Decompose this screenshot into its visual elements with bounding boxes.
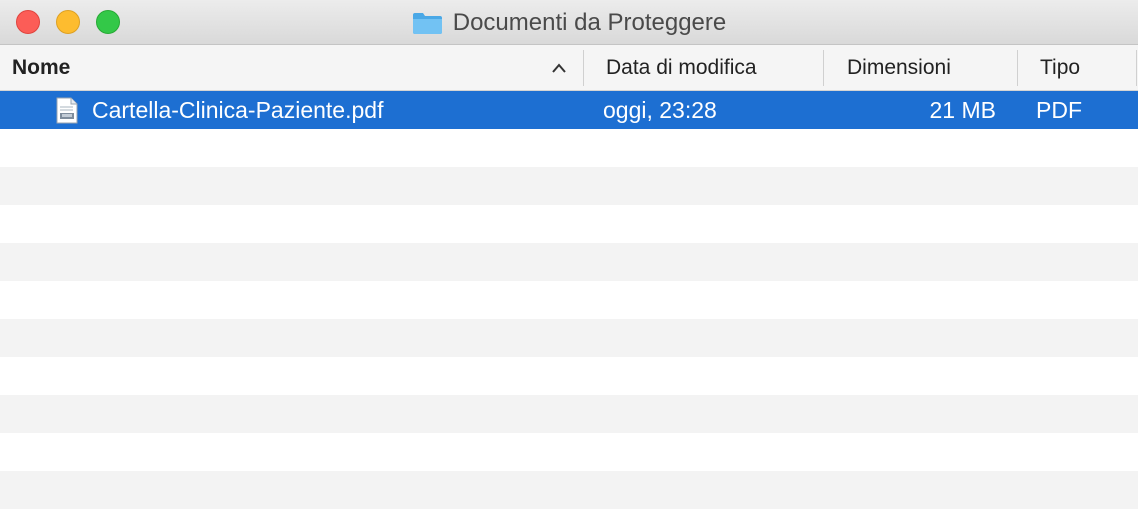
window-title: Documenti da Proteggere <box>452 8 727 36</box>
column-header-size[interactable]: Dimensioni <box>847 45 951 90</box>
column-header-date[interactable]: Data di modifica <box>606 45 757 90</box>
column-header-name[interactable]: Nome <box>12 45 70 90</box>
empty-row[interactable] <box>0 433 1138 471</box>
empty-row[interactable] <box>0 205 1138 243</box>
empty-row[interactable] <box>0 167 1138 205</box>
column-divider[interactable] <box>583 50 584 86</box>
empty-row[interactable] <box>0 471 1138 509</box>
file-size: 21 MB <box>929 97 996 123</box>
empty-row[interactable] <box>0 281 1138 319</box>
file-list: Cartella-Clinica-Paziente.pdf oggi, 23:2… <box>0 91 1138 514</box>
window-title-group: Documenti da Proteggere <box>0 0 1138 45</box>
file-kind: PDF <box>1036 97 1082 123</box>
empty-row[interactable] <box>0 395 1138 433</box>
column-divider[interactable] <box>823 50 824 86</box>
pdf-file-icon <box>56 97 78 124</box>
empty-row[interactable] <box>0 357 1138 395</box>
empty-row[interactable] <box>0 319 1138 357</box>
file-name: Cartella-Clinica-Paziente.pdf <box>92 97 384 123</box>
file-row[interactable]: Cartella-Clinica-Paziente.pdf oggi, 23:2… <box>0 91 1138 129</box>
column-divider[interactable] <box>1017 50 1018 86</box>
column-divider[interactable] <box>1136 50 1137 86</box>
title-bar[interactable]: Documenti da Proteggere <box>0 0 1138 45</box>
file-modified: oggi, 23:28 <box>603 97 717 123</box>
sort-ascending-icon[interactable] <box>551 61 567 73</box>
column-header: Nome Data di modifica Dimensioni Tipo <box>0 45 1138 91</box>
empty-row[interactable] <box>0 243 1138 281</box>
folder-icon <box>412 11 443 35</box>
column-header-kind[interactable]: Tipo <box>1040 45 1080 90</box>
empty-row[interactable] <box>0 129 1138 167</box>
finder-window: Documenti da Proteggere Nome Data di mod… <box>0 0 1138 514</box>
